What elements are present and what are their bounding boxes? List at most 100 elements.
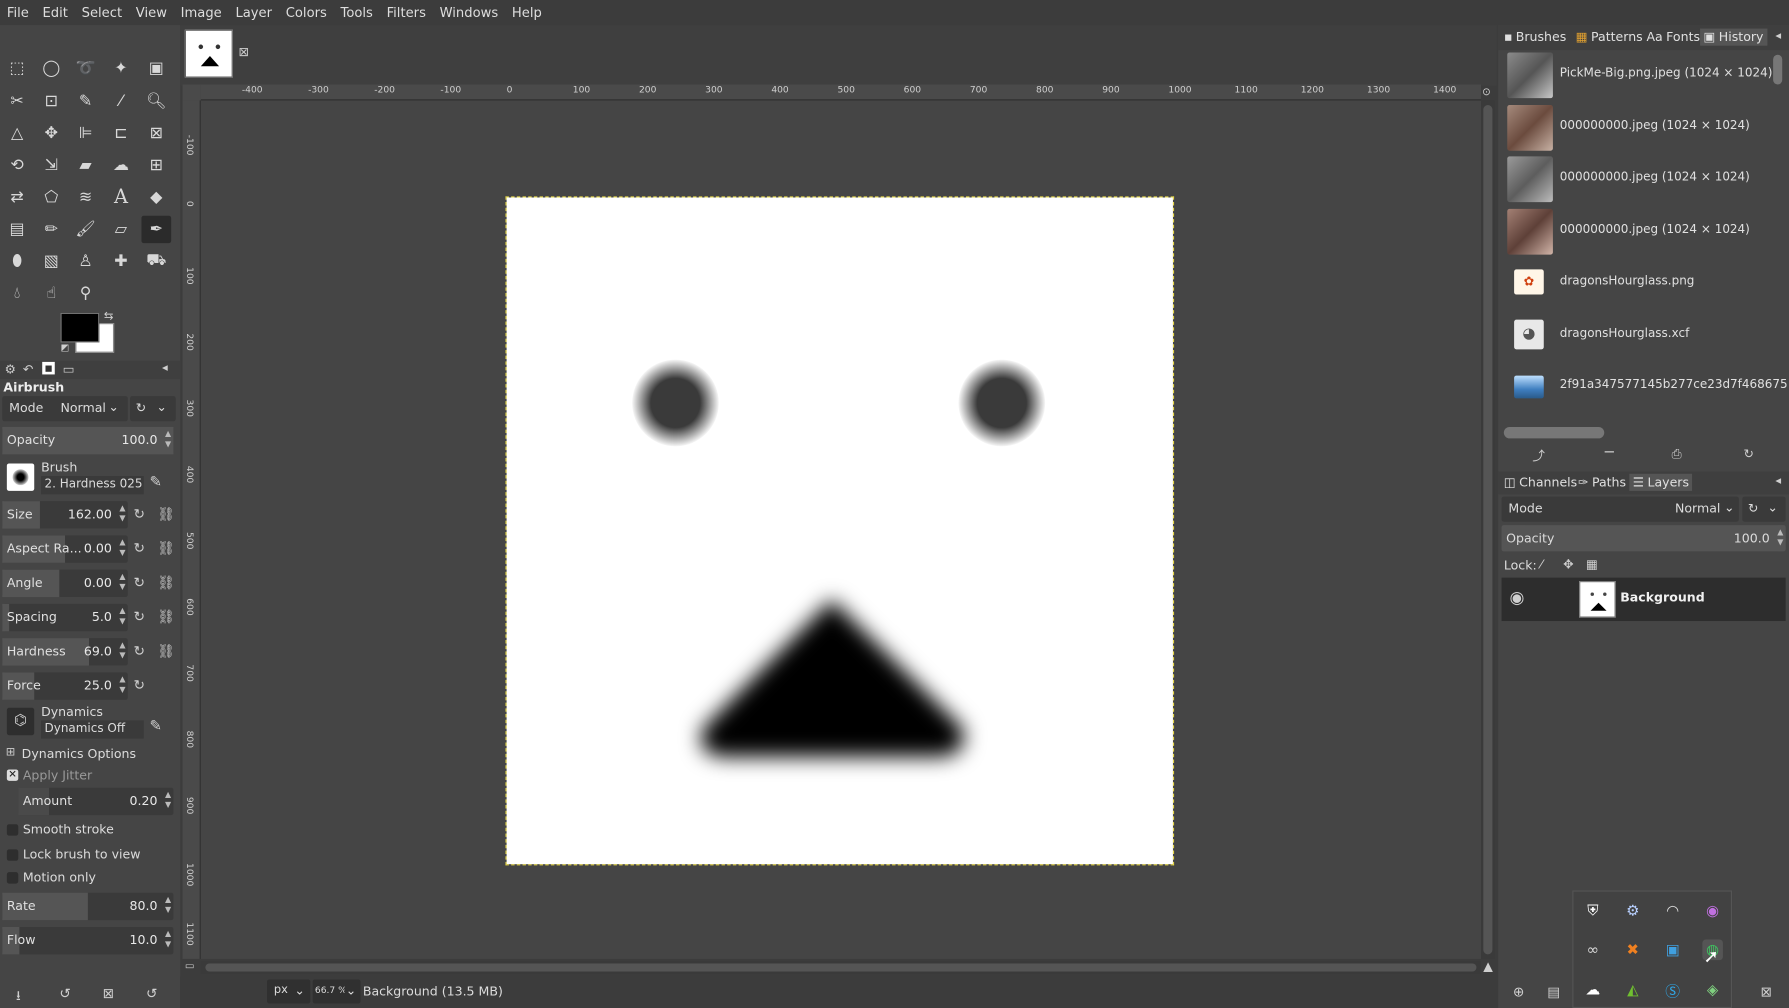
scissors-icon[interactable]: ✂ xyxy=(2,88,32,115)
undo-history-tab-icon[interactable]: ↶ xyxy=(23,362,34,377)
menu-view[interactable]: View xyxy=(129,5,174,21)
perspective-clone-icon[interactable]: ⛟ xyxy=(141,248,171,275)
opacity-slider[interactable]: Opacity 100.0 ▲ ▼ xyxy=(2,426,174,455)
brush-name-field[interactable]: 2. Hardness 025 xyxy=(41,476,144,495)
horizontal-ruler[interactable]: -400 -300 -200 -100 0 100 200 300 400 50… xyxy=(200,84,1482,101)
expander-icon[interactable]: ⊞ xyxy=(6,747,16,760)
tab-fonts[interactable]: Aa Fonts xyxy=(1646,30,1700,45)
amount-slider[interactable]: Amount 0.20 ▲ ▼ xyxy=(18,787,174,816)
perspective-icon[interactable]: ⊞ xyxy=(141,152,171,179)
new-layer-icon[interactable]: ⊕ xyxy=(1513,984,1524,1000)
reset-aspect-icon[interactable]: ↻ xyxy=(133,540,144,556)
heal-icon[interactable]: ✚ xyxy=(106,248,136,275)
save-options-icon[interactable]: ⭳ xyxy=(16,985,21,1008)
image-canvas[interactable] xyxy=(505,196,1175,866)
unit-select[interactable]: px ⌄ xyxy=(266,979,311,1004)
list-item[interactable]: 2f91a347577145b277ce23d7f468675 xyxy=(1503,362,1788,412)
hardness-slider[interactable]: Hardness 69.0 ▲ ▼ xyxy=(2,638,128,666)
app-blue-icon[interactable]: ▣ xyxy=(1662,940,1683,961)
cloud-icon[interactable]: ☁ xyxy=(1583,979,1604,1000)
security-shield-icon[interactable]: ⛨ xyxy=(1583,901,1604,922)
mode-select[interactable]: Mode Normal ⌄ xyxy=(2,396,128,422)
menu-colors[interactable]: Colors xyxy=(279,5,334,21)
menu-filters[interactable]: Filters xyxy=(380,5,433,21)
reset-size-icon[interactable]: ↻ xyxy=(133,506,144,522)
menu-select[interactable]: Select xyxy=(75,5,129,21)
vertical-ruler[interactable]: -100 0 100 200 300 400 500 600 700 800 9… xyxy=(182,100,201,959)
restore-options-icon[interactable]: ↺ xyxy=(59,985,70,1001)
list-item[interactable]: ◕ dragonsHourglass.xcf xyxy=(1503,311,1765,361)
navigate-icon[interactable]: ▲ xyxy=(1483,959,1493,974)
unified-transform-icon[interactable]: ⊠ xyxy=(141,120,171,147)
tab-layers[interactable]: ☰ Layers xyxy=(1629,473,1693,491)
menu-edit[interactable]: Edit xyxy=(36,5,75,21)
configure-tab-icon[interactable]: ◂ xyxy=(1775,475,1781,488)
images-tab-icon[interactable]: ▪ xyxy=(42,361,55,375)
lock-position-icon[interactable]: ✥ xyxy=(1563,557,1574,572)
paintbrush-icon[interactable]: 🖌︎ xyxy=(71,216,101,243)
configure-tab-icon[interactable]: ◂ xyxy=(1775,30,1781,43)
default-colors-icon[interactable]: ◩ xyxy=(60,342,69,352)
paths-icon[interactable]: ✎ xyxy=(71,88,101,115)
link-size-icon[interactable]: ⛓ xyxy=(157,506,174,522)
list-item[interactable]: PickMe-Big.png.jpeg (1024 × 1024) xyxy=(1503,50,1772,100)
force-slider[interactable]: Force 25.0 ▲ ▼ xyxy=(2,672,128,700)
history-horizontal-scrollbar[interactable] xyxy=(1503,426,1605,439)
lock-alpha-icon[interactable]: ▦ xyxy=(1586,557,1598,572)
history-vertical-scrollbar[interactable] xyxy=(1773,54,1783,85)
lock-brush-checkbox[interactable] xyxy=(6,849,19,861)
brush-preview[interactable] xyxy=(6,463,35,491)
spacing-slider[interactable]: Spacing 5.0 ▲ ▼ xyxy=(2,603,128,632)
warp-icon[interactable]: ☁ xyxy=(106,152,136,179)
airbrush-icon[interactable]: ✒ xyxy=(141,215,172,244)
dynamics-options-expander[interactable]: Dynamics Options xyxy=(22,747,136,762)
lock-pixels-icon[interactable]: ⁄ xyxy=(1540,557,1542,572)
mode-reset-button[interactable]: ↻ ⌄ xyxy=(130,396,176,422)
zoom-icon[interactable]: 🔍︎ xyxy=(141,88,171,115)
refresh-icon[interactable]: ↻ xyxy=(1743,446,1754,461)
bucket-fill-icon[interactable]: ◆ xyxy=(141,184,171,211)
delete-layer-icon[interactable]: ⊠ xyxy=(1761,984,1772,1000)
ink-icon[interactable]: ⬮ xyxy=(2,248,32,275)
ruler-corner[interactable] xyxy=(182,84,201,101)
menu-windows[interactable]: Windows xyxy=(433,5,505,21)
fuzzy-select-icon[interactable]: ✦ xyxy=(106,55,136,82)
eye-visibility-icon[interactable]: ◉ xyxy=(1510,587,1525,608)
blur-icon[interactable]: 💧︎ xyxy=(2,280,32,307)
menu-layer[interactable]: Layer xyxy=(229,5,279,21)
reset-angle-icon[interactable]: ↻ xyxy=(133,574,144,590)
list-item[interactable]: ✿ dragonsHourglass.png xyxy=(1503,258,1765,308)
horizontal-scrollbar[interactable] xyxy=(200,961,1482,974)
menu-file[interactable]: File xyxy=(0,5,36,21)
list-item[interactable]: 000000000.jpeg (1024 × 1024) xyxy=(1503,154,1765,204)
edit-brush-icon[interactable]: ✎ xyxy=(149,474,161,491)
link-angle-icon[interactable]: ⛓ xyxy=(157,574,174,590)
menu-image[interactable]: Image xyxy=(174,5,229,21)
move-icon[interactable]: ✥ xyxy=(37,120,67,147)
delete-options-icon[interactable]: ⊠ xyxy=(103,985,114,1001)
smooth-stroke-checkbox[interactable] xyxy=(6,824,19,836)
rotate-icon[interactable]: ⟲ xyxy=(2,152,32,179)
flip-icon[interactable]: ⇄ xyxy=(2,184,32,211)
layer-row-background[interactable]: ◉ Background xyxy=(1501,577,1786,622)
size-slider[interactable]: Size 162.00 ▲ ▼ xyxy=(2,501,128,529)
tool-options-tab-icon[interactable]: ⚙ xyxy=(5,362,16,377)
close-tab-icon[interactable]: ⊠ xyxy=(238,45,249,60)
app-orange-icon[interactable]: ✖ xyxy=(1623,940,1644,961)
ellipse-select-icon[interactable]: ◯ xyxy=(37,55,67,82)
tab-brushes[interactable]: ▪ Brushes xyxy=(1504,30,1566,45)
new-layer-group-icon[interactable]: ▤ xyxy=(1547,984,1560,1000)
nvidia-icon[interactable]: ◭ xyxy=(1623,979,1644,1000)
headset-icon[interactable]: ◉ xyxy=(1702,901,1723,922)
foreground-select-icon[interactable]: ▣ xyxy=(141,55,171,82)
reset-options-icon[interactable]: ↺ xyxy=(146,985,157,1001)
tab-patterns[interactable]: ▦ Patterns xyxy=(1576,30,1643,45)
flow-slider[interactable]: Flow 10.0 ▲ ▼ xyxy=(2,926,174,955)
motion-only-checkbox[interactable] xyxy=(6,872,19,884)
gradient-icon[interactable]: ▤ xyxy=(2,216,32,243)
smudge-icon[interactable]: ☝ xyxy=(37,280,67,307)
print-icon[interactable]: ⎙ xyxy=(1672,446,1682,462)
layer-mode-reset-button[interactable]: ↻ ⌄ xyxy=(1742,496,1786,522)
device-status-tab-icon[interactable]: ▭ xyxy=(63,362,75,377)
menu-tools[interactable]: Tools xyxy=(334,5,380,21)
